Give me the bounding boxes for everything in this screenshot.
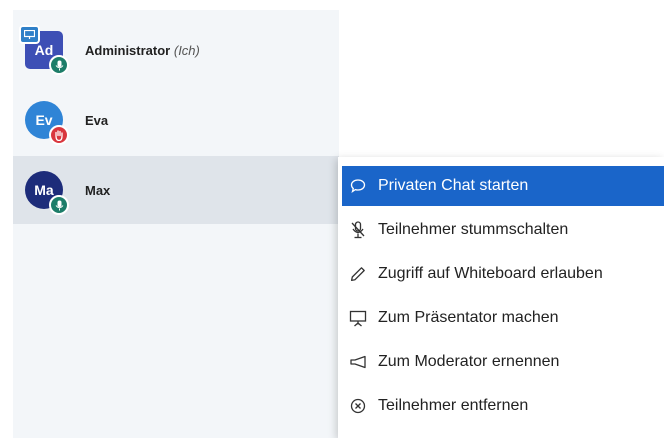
menu-item-label: Zum Präsentator machen — [378, 309, 559, 326]
presenter-icon — [19, 25, 40, 44]
chat-bubble-icon — [348, 176, 368, 196]
presentation-screen-icon — [348, 308, 368, 328]
menu-item-make-presenter[interactable]: Zum Präsentator machen — [342, 298, 664, 338]
microphone-muted-icon — [348, 220, 368, 240]
avatar-initials: Ma — [34, 182, 54, 198]
avatar-initials: Ev — [35, 112, 53, 128]
user-list: Ad Administrator (Ich) Ev Eva Ma Max — [13, 10, 339, 438]
microphone-icon — [49, 195, 69, 215]
avatar: Ad — [19, 25, 69, 75]
menu-item-mute-participant[interactable]: Teilnehmer stummschalten — [342, 210, 664, 250]
user-row-administrator[interactable]: Ad Administrator (Ich) — [13, 16, 339, 84]
microphone-icon — [49, 55, 69, 75]
user-context-menu: Privaten Chat starten Teilnehmer stummsc… — [338, 157, 664, 438]
raised-hand-icon — [49, 125, 69, 145]
menu-item-whiteboard-access[interactable]: Zugriff auf Whiteboard erlauben — [342, 254, 664, 294]
menu-item-label: Zugriff auf Whiteboard erlauben — [378, 265, 603, 282]
user-self-suffix: (Ich) — [173, 42, 200, 58]
menu-item-label: Teilnehmer stummschalten — [378, 221, 569, 238]
pencil-icon — [348, 264, 368, 284]
avatar-initials: Ad — [34, 42, 54, 58]
user-name: Administrator (Ich) — [85, 43, 200, 58]
remove-circle-icon — [348, 396, 368, 416]
user-row-eva[interactable]: Ev Eva — [13, 86, 339, 154]
user-name: Max — [85, 182, 111, 198]
user-name-text: Administrator — [85, 42, 171, 58]
menu-item-private-chat[interactable]: Privaten Chat starten — [342, 166, 664, 206]
menu-item-remove-participant[interactable]: Teilnehmer entfernen — [342, 386, 664, 426]
user-row-max[interactable]: Ma Max — [13, 156, 339, 224]
avatar: Ev — [25, 101, 69, 145]
menu-item-make-moderator[interactable]: Zum Moderator ernennen — [342, 342, 664, 382]
avatar: Ma — [25, 171, 69, 215]
menu-item-label: Teilnehmer entfernen — [378, 397, 529, 414]
menu-item-label: Zum Moderator ernennen — [378, 353, 560, 370]
megaphone-icon — [348, 352, 368, 372]
menu-item-label: Privaten Chat starten — [378, 177, 529, 194]
user-name: Eva — [85, 112, 109, 128]
